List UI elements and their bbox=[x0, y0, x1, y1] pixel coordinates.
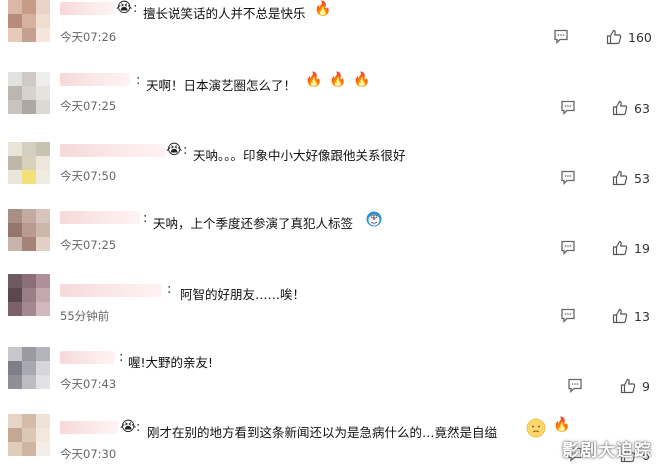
comment-icon bbox=[561, 170, 575, 185]
fire-emoji: 🔥 bbox=[314, 1, 332, 17]
comment-icon bbox=[568, 378, 582, 393]
username[interactable] bbox=[60, 144, 165, 157]
colon: : bbox=[183, 143, 188, 158]
avatar[interactable] bbox=[8, 142, 50, 184]
thumbs-up-icon bbox=[606, 29, 622, 45]
comment-text: 擅长说笑话的人并不总是快乐 bbox=[143, 6, 306, 21]
sad-face-emoji bbox=[526, 418, 546, 438]
comment-item: : 天啊！日本演艺圈怎么了！ 🔥 🔥 🔥 今天07:25 63 bbox=[0, 64, 660, 124]
fire-emoji: 🔥 bbox=[305, 72, 323, 88]
comment-text: 刚才在别的地方看到这条新闻还以为是急病什么的…竟然是自缢 bbox=[147, 425, 498, 440]
like-count: 9 bbox=[642, 378, 650, 394]
like-button[interactable]: 53 bbox=[612, 170, 650, 186]
comment-text: 喔!大野的亲友! bbox=[128, 355, 214, 370]
username[interactable] bbox=[60, 284, 162, 297]
comment-time: 55分钟前 bbox=[60, 309, 110, 323]
comment-text: 天呐，上个季度还参演了真犯人标签 bbox=[153, 216, 354, 231]
comment-time: 今天07:25 bbox=[60, 99, 117, 113]
colon: : bbox=[136, 420, 141, 435]
comment-icon bbox=[561, 308, 575, 323]
reply-button[interactable] bbox=[560, 308, 576, 323]
comment-time: 今天07:25 bbox=[60, 238, 117, 252]
like-button[interactable]: 19 bbox=[612, 240, 650, 256]
avatar[interactable] bbox=[8, 209, 50, 251]
like-button[interactable]: 9 bbox=[620, 378, 650, 394]
avatar[interactable] bbox=[8, 72, 50, 114]
avatar[interactable] bbox=[8, 414, 50, 456]
reply-button[interactable] bbox=[560, 170, 576, 185]
colon: : bbox=[136, 73, 141, 88]
doraemon-emoji bbox=[366, 211, 382, 227]
avatar[interactable] bbox=[8, 274, 50, 316]
thumbs-up-icon bbox=[612, 240, 628, 256]
comment-item: : 阿智的好朋友……唉！ 55分钟前 13 bbox=[0, 270, 660, 332]
like-count: 63 bbox=[634, 100, 650, 116]
comment-item: 😭 : 刚才在别的地方看到这条新闻还以为是急病什么的…竟然是自缢 🔥 今天07:… bbox=[0, 410, 660, 467]
comment-time: 今天07:50 bbox=[60, 169, 117, 183]
username[interactable] bbox=[60, 421, 118, 434]
comment-item: : 喔!大野的亲友! 今天07:43 9 bbox=[0, 345, 660, 403]
reply-button[interactable] bbox=[560, 240, 576, 255]
like-count: 53 bbox=[634, 170, 650, 186]
crying-emoji: 😭 bbox=[120, 419, 137, 435]
comment-text: 天呐。。。印象中小大好像跟他关系很好 bbox=[193, 148, 406, 163]
watermark: 影剧大追踪 bbox=[562, 441, 652, 461]
crying-emoji: 😭 bbox=[166, 142, 183, 158]
username[interactable] bbox=[60, 351, 115, 364]
thumbs-up-icon bbox=[612, 100, 628, 116]
comment-time: 今天07:30 bbox=[60, 447, 117, 461]
like-count: 160 bbox=[628, 29, 652, 45]
username[interactable] bbox=[60, 73, 130, 86]
colon: : bbox=[143, 211, 148, 226]
like-button[interactable]: 13 bbox=[612, 308, 650, 324]
fire-emoji: 🔥 bbox=[353, 72, 371, 88]
like-count: 19 bbox=[634, 240, 650, 256]
comment-icon bbox=[554, 29, 568, 44]
fire-emoji: 🔥 bbox=[553, 417, 571, 433]
thumbs-up-icon bbox=[612, 170, 628, 186]
comment-text: 阿智的好朋友……唉！ bbox=[180, 287, 306, 302]
colon: : bbox=[119, 350, 124, 365]
comment-time: 今天07:43 bbox=[60, 377, 117, 391]
comment-icon bbox=[561, 100, 575, 115]
thumbs-up-icon bbox=[620, 378, 636, 394]
colon: : bbox=[133, 1, 138, 16]
comment-item: : 天呐，上个季度还参演了真犯人标签 今天07:25 19 bbox=[0, 203, 660, 265]
avatar[interactable] bbox=[8, 347, 50, 389]
comment-time: 今天07:26 bbox=[60, 30, 117, 44]
comment-item: 😭 : 擅长说笑话的人并不总是快乐 🔥 今天07:26 160 bbox=[0, 0, 660, 58]
comment-text: 天啊！日本演艺圈怎么了！ bbox=[146, 78, 297, 93]
comment-icon bbox=[561, 240, 575, 255]
fire-emoji: 🔥 bbox=[329, 72, 347, 88]
reply-button[interactable] bbox=[553, 29, 569, 44]
comment-item: 😭 : 天呐。。。印象中小大好像跟他关系很好 今天07:50 53 bbox=[0, 136, 660, 196]
like-button[interactable]: 63 bbox=[612, 100, 650, 116]
reply-button[interactable] bbox=[567, 378, 583, 393]
reply-button[interactable] bbox=[560, 100, 576, 115]
avatar[interactable] bbox=[8, 0, 50, 42]
username[interactable] bbox=[60, 211, 140, 224]
username[interactable] bbox=[60, 2, 115, 15]
thumbs-up-icon bbox=[612, 308, 628, 324]
crying-emoji: 😭 bbox=[116, 0, 133, 16]
like-button[interactable]: 160 bbox=[606, 29, 652, 45]
like-count: 13 bbox=[634, 308, 650, 324]
colon: : bbox=[167, 282, 172, 297]
